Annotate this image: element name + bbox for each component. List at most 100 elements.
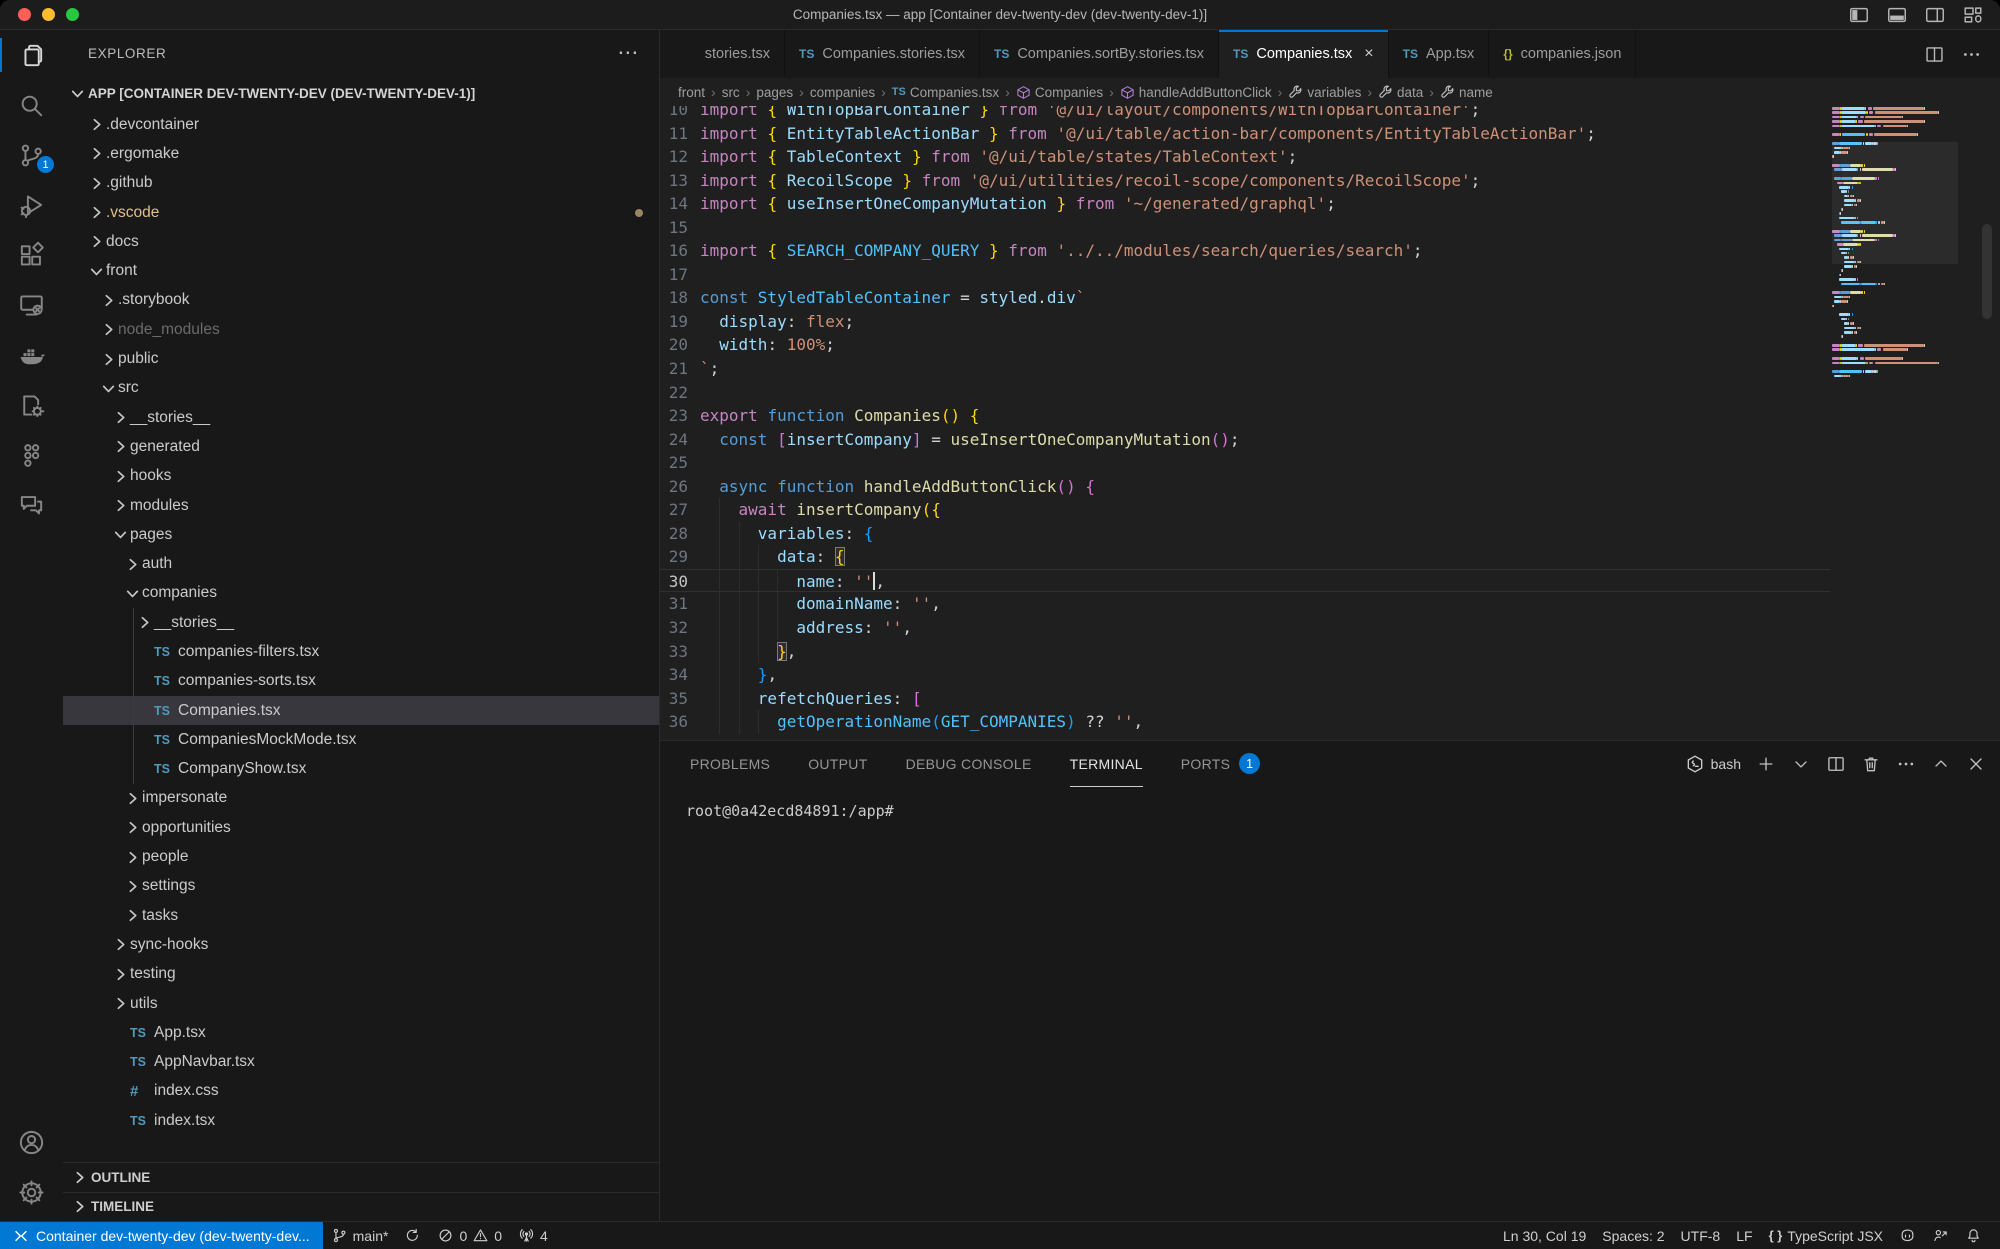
toggle-secondary-sidebar-icon[interactable] (1924, 4, 1946, 26)
panel-tab-ports[interactable]: PORTS1 (1181, 741, 1260, 787)
new-terminal-button[interactable] (1756, 754, 1776, 774)
toggle-primary-sidebar-icon[interactable] (1848, 4, 1870, 26)
status-sync-changes[interactable] (396, 1222, 429, 1249)
tree-folder--storybook[interactable]: .storybook (63, 286, 659, 315)
more-actions-icon[interactable] (1961, 44, 1982, 65)
toggle-panel-icon[interactable] (1886, 4, 1908, 26)
tab-stories-tsx[interactable]: stories.tsx (660, 30, 785, 78)
tree-folder-people[interactable]: people (63, 842, 659, 871)
tree-folder-settings[interactable]: settings (63, 872, 659, 901)
tree-folder--ergomake[interactable]: .ergomake (63, 139, 659, 168)
tab-companies-json[interactable]: {}companies.json (1489, 30, 1636, 78)
tree-folder-front[interactable]: front (63, 256, 659, 285)
code-editor[interactable]: 10import { WithTopBarContainer } from '@… (660, 106, 2000, 740)
status-problems[interactable]: 00 (429, 1222, 510, 1249)
minimap[interactable] (1832, 106, 1958, 740)
tab-app-tsx[interactable]: TSApp.tsx (1389, 30, 1490, 78)
status-feedback[interactable] (1924, 1227, 1957, 1244)
breadcrumb-item-data[interactable]: data (1378, 85, 1423, 100)
tree-folder-auth[interactable]: auth (63, 549, 659, 578)
tree-file-app-tsx[interactable]: TSApp.tsx (63, 1018, 659, 1047)
tree-folder-src[interactable]: src (63, 374, 659, 403)
status-copilot[interactable] (1891, 1227, 1924, 1244)
tree-file-companies-sorts-tsx[interactable]: TScompanies-sorts.tsx (63, 667, 659, 696)
status-notifications[interactable] (1957, 1227, 1990, 1244)
tree-folder-sync-hooks[interactable]: sync-hooks (63, 930, 659, 959)
breadcrumb-item-src[interactable]: src (722, 85, 740, 100)
tree-file-index-css[interactable]: #index.css (63, 1077, 659, 1106)
tree-folder-public[interactable]: public (63, 344, 659, 373)
breadcrumb-item-companies[interactable]: companies (810, 85, 875, 100)
tree-folder--stories-[interactable]: __stories__ (63, 608, 659, 637)
tree-folder-opportunities[interactable]: opportunities (63, 813, 659, 842)
zoom-window-button[interactable] (66, 8, 79, 21)
workspace-section-header[interactable]: APP [CONTAINER DEV-TWENTY-DEV (DEV-TWENT… (63, 76, 659, 110)
tree-folder-testing[interactable]: testing (63, 960, 659, 989)
tree-folder-impersonate[interactable]: impersonate (63, 784, 659, 813)
activity-item-container-tools[interactable] (0, 380, 63, 430)
tab-companies-stories-tsx[interactable]: TSCompanies.stories.tsx (785, 30, 980, 78)
tree-folder-hooks[interactable]: hooks (63, 462, 659, 491)
activity-item-accounts[interactable] (0, 1117, 63, 1167)
tree-file-companies-filters-tsx[interactable]: TScompanies-filters.tsx (63, 637, 659, 666)
tree-folder-pages[interactable]: pages (63, 520, 659, 549)
tree-file-index-tsx[interactable]: TSindex.tsx (63, 1106, 659, 1132)
panel-more-actions-icon[interactable] (1896, 754, 1916, 774)
breadcrumb-item-companies-tsx[interactable]: TSCompanies.tsx (892, 85, 999, 100)
breadcrumb-item-pages[interactable]: pages (756, 85, 793, 100)
sidebar-section-outline[interactable]: OUTLINE (63, 1162, 659, 1192)
tree-folder--devcontainer[interactable]: .devcontainer (63, 110, 659, 139)
explorer-more-actions-icon[interactable]: ⋯ (617, 48, 639, 58)
status-language-mode[interactable]: { }TypeScript JSX (1761, 1228, 1891, 1244)
breadcrumb-item-variables[interactable]: variables (1288, 85, 1361, 100)
tree-file-companyshow-tsx[interactable]: TSCompanyShow.tsx (63, 755, 659, 784)
editor-scrollbar[interactable] (1982, 224, 1992, 319)
terminal-dropdown-icon[interactable] (1791, 754, 1811, 774)
split-terminal-button[interactable] (1826, 754, 1846, 774)
split-editor-icon[interactable] (1924, 44, 1945, 65)
breadcrumb-item-name[interactable]: name (1440, 85, 1493, 100)
status-forwarded-ports[interactable]: 4 (510, 1222, 556, 1249)
status-encoding[interactable]: UTF-8 (1673, 1228, 1729, 1244)
activity-item-extensions[interactable] (0, 230, 63, 280)
tree-folder-tasks[interactable]: tasks (63, 901, 659, 930)
tree-file-companiesmockmode-tsx[interactable]: TSCompaniesMockMode.tsx (63, 725, 659, 754)
activity-item-source-control[interactable]: 1 (0, 130, 63, 180)
shell-selector[interactable]: bash (1685, 754, 1741, 774)
tree-file-appnavbar-tsx[interactable]: TSAppNavbar.tsx (63, 1048, 659, 1077)
tree-folder-generated[interactable]: generated (63, 432, 659, 461)
terminal-output[interactable]: root@0a42ecd84891:/app# (660, 787, 2000, 821)
kill-terminal-button[interactable] (1861, 754, 1881, 774)
tree-folder-companies[interactable]: companies (63, 579, 659, 608)
activity-item-explorer[interactable] (0, 30, 63, 80)
activity-item-search[interactable] (0, 80, 63, 130)
status-indentation[interactable]: Spaces: 2 (1594, 1228, 1672, 1244)
customize-layout-icon[interactable] (1962, 4, 1984, 26)
sidebar-section-timeline[interactable]: TIMELINE (63, 1192, 659, 1222)
tree-folder--vscode[interactable]: .vscode (63, 198, 659, 227)
close-panel-icon[interactable] (1966, 754, 1986, 774)
tree-folder-docs[interactable]: docs (63, 227, 659, 256)
tree-folder--stories-[interactable]: __stories__ (63, 403, 659, 432)
tree-file-companies-tsx[interactable]: TSCompanies.tsx (63, 696, 659, 725)
panel-tab-problems[interactable]: PROBLEMS (690, 741, 770, 787)
activity-item-settings[interactable] (0, 1167, 63, 1217)
tree-folder--github[interactable]: .github (63, 169, 659, 198)
panel-tab-terminal[interactable]: TERMINAL (1070, 741, 1143, 787)
breadcrumb-item-front[interactable]: front (678, 85, 705, 100)
tree-folder-modules[interactable]: modules (63, 491, 659, 520)
maximize-panel-icon[interactable] (1931, 754, 1951, 774)
tree-folder-utils[interactable]: utils (63, 989, 659, 1018)
activity-item-remote-explorer[interactable] (0, 280, 63, 330)
activity-item-docker[interactable] (0, 330, 63, 380)
tab-companies-sortby-stories-tsx[interactable]: TSCompanies.sortBy.stories.tsx (980, 30, 1219, 78)
status-cursor-position[interactable]: Ln 30, Col 19 (1495, 1228, 1594, 1244)
activity-item-comments[interactable] (0, 480, 63, 530)
minimize-window-button[interactable] (42, 8, 55, 21)
minimap-slider[interactable] (1832, 142, 1958, 264)
tab-companies-tsx[interactable]: TSCompanies.tsx× (1219, 30, 1389, 78)
tree-folder-node-modules[interactable]: node_modules (63, 315, 659, 344)
activity-item-run-and-debug[interactable] (0, 180, 63, 230)
activity-item-components[interactable] (0, 430, 63, 480)
status-git-branch[interactable]: main* (323, 1222, 397, 1249)
